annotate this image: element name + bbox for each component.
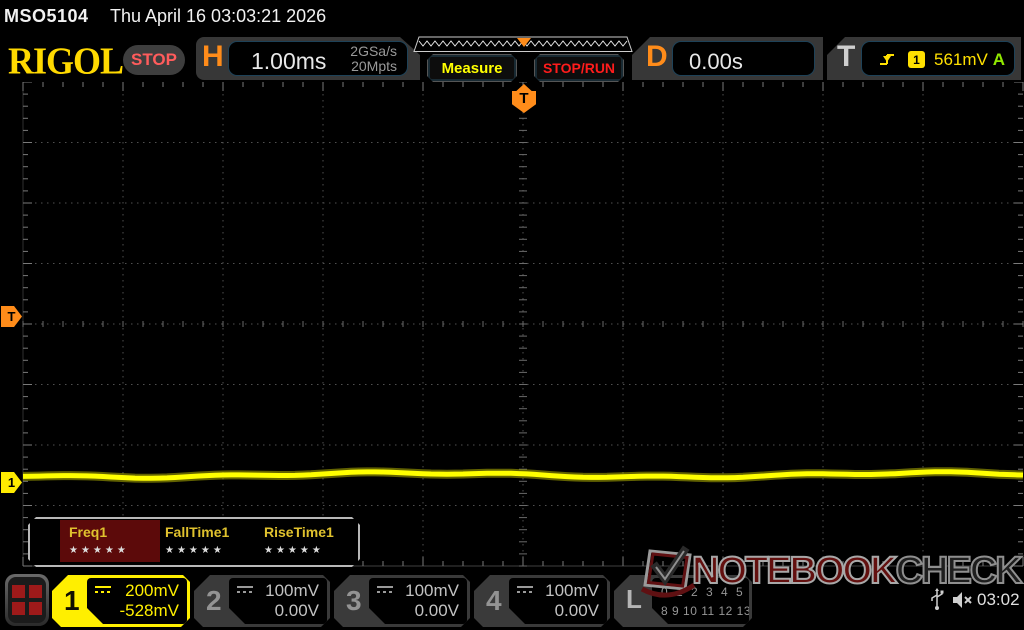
measurement-name: FallTime1	[165, 524, 230, 540]
dc-coupling-icon	[377, 586, 393, 593]
dc-coupling-icon	[95, 586, 111, 593]
channel-offset: -528mV	[119, 601, 179, 620]
la-label: L	[626, 584, 642, 614]
oscilloscope-screen: MSO5104 Thu April 16 03:03:21 2026 RIGOL…	[0, 0, 1024, 630]
logic-analyzer-tab[interactable]: L 0 1 2 3 4 5 6 7 8 9 10 11 12 13 14 15	[614, 575, 752, 627]
channel-number: 1	[64, 585, 80, 616]
timebase-value: 1.00ms	[251, 48, 327, 74]
channel-readout: 100mV 0.00V	[369, 578, 467, 624]
sample-rate-readout: 2GSa/s 20Mpts	[350, 44, 397, 74]
channel-scale: 200mV	[125, 581, 179, 600]
dc-coupling-icon	[517, 586, 533, 593]
dc-coupling-icon	[237, 586, 253, 593]
measure-button[interactable]: Measure	[427, 54, 517, 82]
trigger-level-value: 561mV	[934, 50, 988, 69]
channel-scale: 100mV	[405, 581, 459, 600]
measurement-value: ★★★★★	[69, 545, 129, 556]
trigger-source-badge: 1	[908, 51, 925, 68]
delay-readout: 0.00s	[672, 41, 815, 76]
measurement-value: ★★★★★	[264, 545, 324, 556]
trigger-readout: 1 561mV A	[861, 41, 1015, 76]
horizontal-settings-panel[interactable]: H 1.00ms 2GSa/s 20Mpts	[196, 37, 420, 80]
model-number: MSO5104	[4, 6, 89, 26]
channel-3-tab[interactable]: 3 100mV 0.00V	[334, 575, 470, 627]
status-clock: 03:02	[977, 590, 1020, 609]
horizontal-readout: 1.00ms 2GSa/s 20Mpts	[228, 41, 408, 76]
speaker-muted-icon	[953, 592, 972, 608]
measurement-name: RiseTime1	[264, 524, 334, 540]
rigol-logo: RIGOL	[8, 40, 124, 82]
channel-number: 4	[486, 585, 502, 616]
usb-icon	[931, 588, 944, 610]
channel-offset: 0.00V	[274, 601, 319, 620]
channel-scale: 100mV	[545, 581, 599, 600]
delay-label: D	[646, 40, 668, 73]
channel-number: 3	[346, 585, 362, 616]
channel-1-tab[interactable]: 1 200mV -528mV	[52, 575, 190, 627]
channel-offset: 0.00V	[554, 601, 599, 620]
la-readout: 0 1 2 3 4 5 6 7 8 9 10 11 12 13 14 15	[652, 578, 749, 624]
channel-scale: 100mV	[265, 581, 319, 600]
trigger-edge-icon	[880, 54, 894, 65]
channel-number: 2	[206, 585, 222, 616]
la-channels-row2: 8 9 10 11 12 13 14 15	[661, 604, 788, 618]
delay-value: 0.00s	[689, 49, 743, 74]
top-info-bar: MSO5104 Thu April 16 03:03:21 2026	[0, 0, 1024, 33]
channel-2-tab[interactable]: 2 100mV 0.00V	[194, 575, 330, 627]
delay-settings-panel[interactable]: D 0.00s	[632, 37, 823, 80]
trigger-settings-panel[interactable]: T 1 561mV A	[827, 37, 1021, 80]
stop-run-button[interactable]: STOP/RUN	[534, 54, 624, 82]
channel-readout: 100mV 0.00V	[509, 578, 607, 624]
datetime-text: Thu April 16 03:03:21 2026	[110, 6, 327, 26]
channel-offset: 0.00V	[414, 601, 459, 620]
measurement-results-box[interactable]: Freq1 ★★★★★ FallTime1 ★★★★★ RiseTime1 ★★…	[28, 517, 360, 567]
memory-depth: 20Mpts	[351, 58, 397, 74]
graticule	[22, 82, 1024, 567]
waveform-overview-bar[interactable]	[413, 36, 633, 53]
channel-readout: 200mV -528mV	[87, 578, 187, 624]
horizontal-label: H	[202, 40, 224, 73]
menu-grid-icon	[8, 577, 46, 623]
channel-readout: 100mV 0.00V	[229, 578, 327, 624]
main-menu-button[interactable]	[5, 574, 49, 626]
measurement-value: ★★★★★	[165, 545, 225, 556]
trigger-mode: A	[992, 50, 1005, 69]
sample-rate: 2GSa/s	[350, 43, 397, 59]
acquisition-status-badge: STOP	[123, 45, 185, 75]
la-channels-row1: 0 1 2 3 4 5 6 7	[661, 585, 773, 599]
trigger-label: T	[837, 40, 856, 73]
measurement-name: Freq1	[69, 524, 108, 540]
channel-4-tab[interactable]: 4 100mV 0.00V	[474, 575, 610, 627]
